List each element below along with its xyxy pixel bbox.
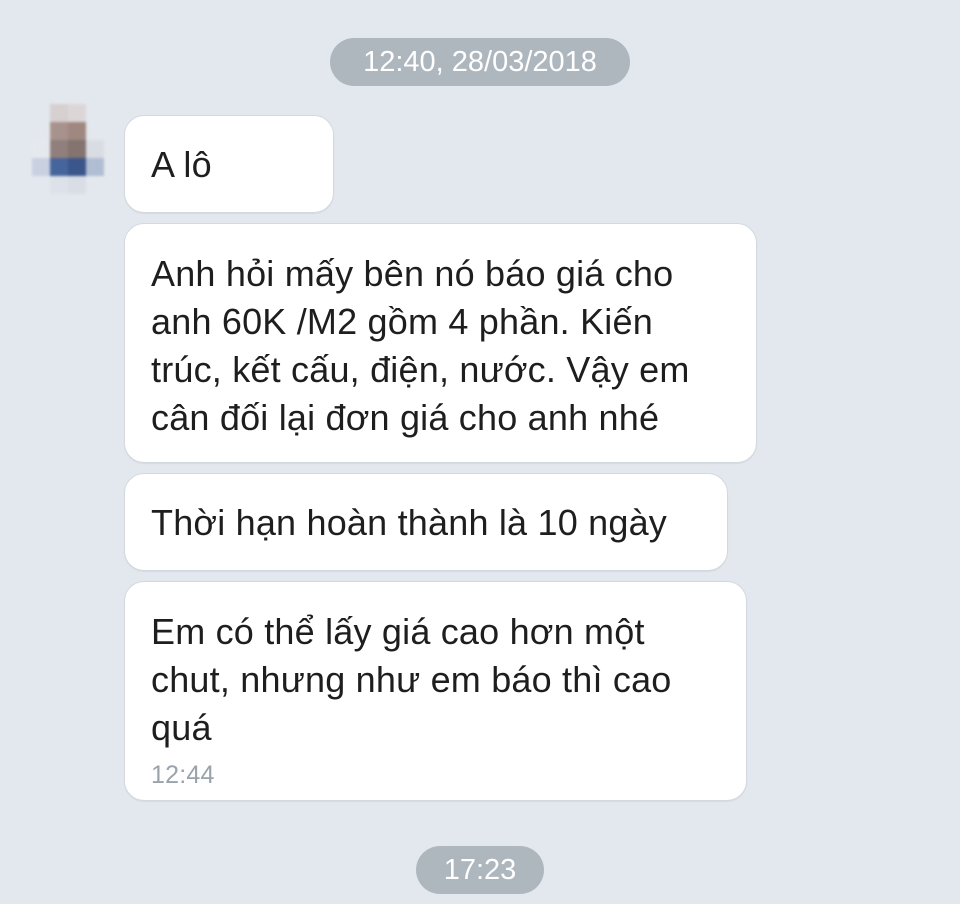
message-timestamp: 12:44: [151, 761, 215, 789]
time-separator: 17:23: [416, 846, 544, 894]
message-text: chut, nhưng như em báo thì cao: [151, 659, 672, 700]
message-text: Em có thể lấy giá cao hơn một: [151, 611, 645, 652]
message-text: quá: [151, 707, 212, 748]
message-bubble[interactable]: Thời hạn hoàn thành là 10 ngày: [124, 473, 728, 571]
message-bubble[interactable]: A lô: [124, 115, 334, 213]
message-text: trúc, kết cấu, điện, nước. Vậy em: [151, 349, 690, 390]
message-bubble[interactable]: Anh hỏi mấy bên nó báo giá cho anh 60K /…: [124, 223, 757, 463]
date-separator: 12:40, 28/03/2018: [330, 38, 630, 86]
message-text: cân đối lại đơn giá cho anh nhé: [151, 397, 660, 438]
message-text: A lô: [151, 144, 212, 185]
message-text: Thời hạn hoàn thành là 10 ngày: [151, 502, 667, 543]
message-text: anh 60K /M2 gồm 4 phần. Kiến: [151, 301, 653, 342]
sender-avatar[interactable]: [30, 104, 106, 196]
message-text: Anh hỏi mấy bên nó báo giá cho: [151, 253, 674, 294]
message-bubble[interactable]: Em có thể lấy giá cao hơn một chut, nhưn…: [124, 581, 747, 801]
